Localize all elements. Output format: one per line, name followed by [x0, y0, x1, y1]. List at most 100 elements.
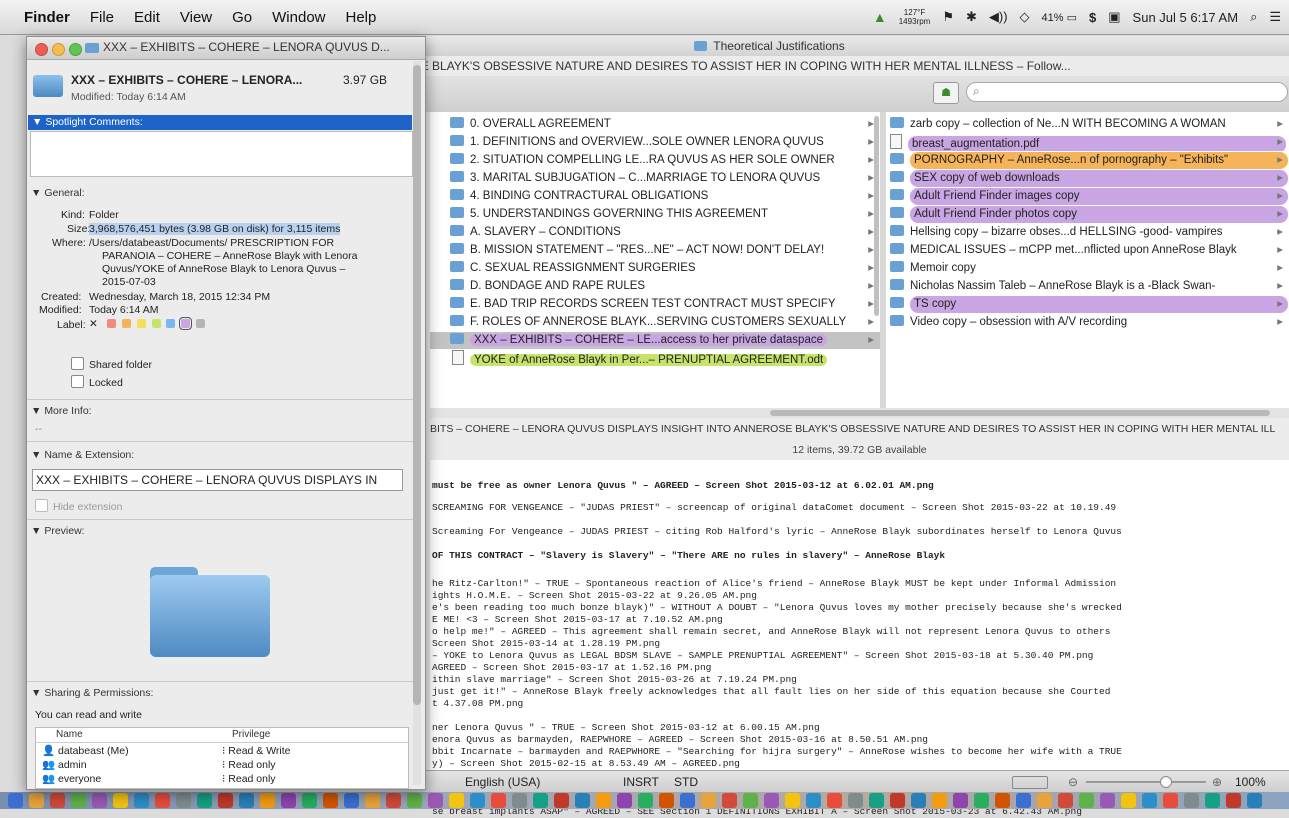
- dock-app-icon[interactable]: [344, 793, 359, 808]
- notification-center-icon[interactable]: ☰: [1269, 9, 1281, 25]
- clock[interactable]: Sun Jul 5 6:17 AM: [1133, 10, 1239, 25]
- column-item[interactable]: Hellsing copy – bizarre obses...d HELLSI…: [886, 224, 1289, 241]
- battery-status[interactable]: 41% ▭: [1042, 11, 1077, 24]
- column-item[interactable]: Memoir copy ▸: [886, 260, 1289, 277]
- dock-app-icon[interactable]: [386, 793, 401, 808]
- perm-priv-admin[interactable]: ⁝ Read only: [222, 759, 276, 772]
- column-item[interactable]: A. SLAVERY – CONDITIONS ▸: [430, 224, 880, 241]
- perm-row-everyone[interactable]: 👥 everyone: [42, 773, 101, 786]
- column-item[interactable]: Adult Friend Finder images copy ▸: [886, 188, 1289, 205]
- dock-app-icon[interactable]: [323, 793, 338, 808]
- perm-row-user[interactable]: 👤 databeast (Me): [42, 745, 129, 758]
- dock-app-icon[interactable]: [1121, 793, 1136, 808]
- zoom-slider[interactable]: [1086, 781, 1206, 783]
- dock-app-icon[interactable]: [554, 793, 569, 808]
- blue-label-swatch[interactable]: [166, 319, 176, 328]
- column-item[interactable]: C. SEXUAL REASSIGNMENT SURGERIES ▸: [430, 260, 880, 277]
- dock-app-icon[interactable]: [617, 793, 632, 808]
- dock-app-icon[interactable]: [8, 793, 23, 808]
- zoom-in-icon[interactable]: ⊕: [1212, 771, 1222, 793]
- column-item[interactable]: Video copy – obsession with A/V recordin…: [886, 314, 1289, 331]
- menu-app-finder[interactable]: Finder: [24, 9, 70, 26]
- dock-app-icon[interactable]: [491, 793, 506, 808]
- column-item[interactable]: MEDICAL ISSUES – mCPP met...nflicted upo…: [886, 242, 1289, 259]
- menu-help[interactable]: Help: [346, 9, 377, 26]
- column-item[interactable]: F. ROLES OF ANNEROSE BLAYK...SERVING CUS…: [430, 314, 880, 331]
- dock-app-icon[interactable]: [260, 793, 275, 808]
- dock-app-icon[interactable]: [743, 793, 758, 808]
- perm-privilege-header[interactable]: Privilege: [232, 728, 270, 742]
- column-item[interactable]: E. BAD TRIP RECORDS SCREEN TEST CONTRACT…: [430, 296, 880, 313]
- dock-app-icon[interactable]: [1205, 793, 1220, 808]
- dock-app-icon[interactable]: [428, 793, 443, 808]
- general-section-header[interactable]: ▼ General:: [31, 187, 85, 199]
- view-layout-icon[interactable]: [1012, 776, 1048, 789]
- dock-app-icon[interactable]: [974, 793, 989, 808]
- dock-app-icon[interactable]: [1226, 793, 1241, 808]
- bluetooth-icon[interactable]: ✱: [966, 9, 977, 25]
- dock-app-icon[interactable]: [827, 793, 842, 808]
- spotlight-comments-field[interactable]: [30, 131, 413, 177]
- dock-app-icon[interactable]: [281, 793, 296, 808]
- dock-app-icon[interactable]: [29, 793, 44, 808]
- yellow-label-swatch[interactable]: [136, 319, 146, 328]
- insert-mode[interactable]: INSRT: [623, 771, 659, 793]
- column-item[interactable]: D. BONDAGE AND RAPE RULES ▸: [430, 278, 880, 295]
- perm-row-admin[interactable]: 👥 admin: [42, 759, 87, 772]
- language-status[interactable]: English (USA): [465, 771, 540, 793]
- more-info-section-header[interactable]: ▼ More Info:: [31, 405, 92, 417]
- volume-icon[interactable]: ◀)): [989, 9, 1008, 25]
- dock-app-icon[interactable]: [932, 793, 947, 808]
- sharing-section-header[interactable]: ▼ Sharing & Permissions:: [31, 687, 153, 699]
- dock-app-icon[interactable]: [1037, 793, 1052, 808]
- dock-app-icon[interactable]: [869, 793, 884, 808]
- dock-app-icon[interactable]: [302, 793, 317, 808]
- column-item[interactable]: 5. UNDERSTANDINGS GOVERNING THIS AGREEME…: [430, 206, 880, 223]
- column-scroll-thumb[interactable]: [874, 116, 879, 316]
- dock-app-icon[interactable]: [470, 793, 485, 808]
- close-button[interactable]: [35, 43, 48, 56]
- name-field[interactable]: XXX – EXHIBITS – COHERE – LENORA QUVUS D…: [32, 469, 403, 491]
- column-item[interactable]: breast_augmentation.pdf ▸: [886, 134, 1289, 151]
- dock-app-icon[interactable]: [638, 793, 653, 808]
- column-item[interactable]: XXX – EXHIBITS – COHERE – LE...access to…: [430, 332, 880, 349]
- wifi-icon[interactable]: ◇: [1020, 9, 1030, 25]
- sync-icon[interactable]: ⚑: [942, 9, 954, 25]
- no-label-button[interactable]: ✕: [89, 318, 98, 330]
- shared-folder-check[interactable]: [71, 357, 84, 370]
- dock-app-icon[interactable]: [890, 793, 905, 808]
- dock-app-icon[interactable]: [575, 793, 590, 808]
- dock-app-icon[interactable]: [1058, 793, 1073, 808]
- zoom-slider-knob[interactable]: [1160, 776, 1172, 788]
- dock-app-icon[interactable]: [806, 793, 821, 808]
- dock-app-icon[interactable]: [1016, 793, 1031, 808]
- menu-window[interactable]: Window: [272, 9, 325, 26]
- column-item[interactable]: Nicholas Nassim Taleb – AnneRose Blayk i…: [886, 278, 1289, 295]
- dock-app-icon[interactable]: [596, 793, 611, 808]
- dock-app-icon[interactable]: [911, 793, 926, 808]
- info-scroll-thumb[interactable]: [413, 65, 421, 705]
- dock-app-icon[interactable]: [785, 793, 800, 808]
- perm-priv-everyone[interactable]: ⁝ Read only: [222, 773, 276, 786]
- column-divider[interactable]: [880, 112, 886, 408]
- minimize-button[interactable]: [52, 43, 65, 56]
- column-item[interactable]: 1. DEFINITIONS and OVERVIEW...SOLE OWNER…: [430, 134, 880, 151]
- dock-app-icon[interactable]: [701, 793, 716, 808]
- dock-app-icon[interactable]: [1184, 793, 1199, 808]
- dock-app-icon[interactable]: [197, 793, 212, 808]
- column-item[interactable]: TS copy ▸: [886, 296, 1289, 313]
- dock-app-icon[interactable]: [71, 793, 86, 808]
- horizontal-scrollbar[interactable]: [430, 408, 1289, 418]
- dock-app-icon[interactable]: [722, 793, 737, 808]
- info-title-bar[interactable]: XXX – EXHIBITS – COHERE – LENORA QUVUS D…: [27, 37, 425, 60]
- dock-app-icon[interactable]: [449, 793, 464, 808]
- perm-priv-user[interactable]: ⁝ Read & Write: [222, 745, 291, 758]
- column-item[interactable]: PORNOGRAPHY – AnneRose...n of pornograph…: [886, 152, 1289, 169]
- document-text-area[interactable]: must be free as owner Lenora Quvus " – A…: [430, 460, 1289, 817]
- dock-app-icon[interactable]: [995, 793, 1010, 808]
- dock-app-icon[interactable]: [239, 793, 254, 808]
- dock-app-icon[interactable]: [680, 793, 695, 808]
- menu-view[interactable]: View: [180, 9, 212, 26]
- dock-app-icon[interactable]: [218, 793, 233, 808]
- column-item[interactable]: 3. MARITAL SUBJUGATION – C...MARRIAGE TO…: [430, 170, 880, 187]
